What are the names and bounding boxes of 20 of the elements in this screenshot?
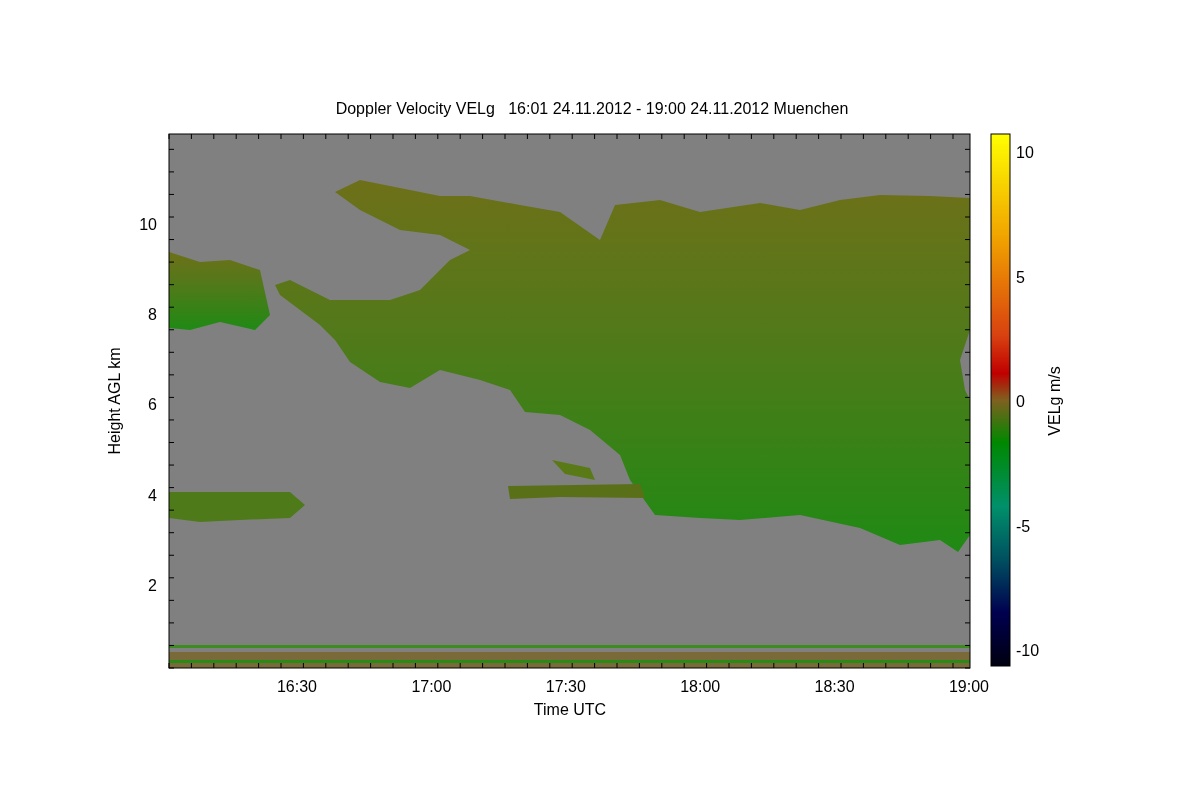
colorbar-label: VELg m/s xyxy=(1046,366,1063,436)
y-tick-label: 4 xyxy=(148,486,157,504)
colorbar-tick-label: 0 xyxy=(1016,393,1025,410)
x-tick-label: 19:00 xyxy=(949,678,989,695)
y-tick-label: 2 xyxy=(148,576,157,594)
x-axis-label: Time UTC xyxy=(533,701,607,718)
x-tick-label: 17:30 xyxy=(545,678,586,695)
y-tick-label: 10 xyxy=(139,216,157,233)
colorbar-tick-label: -5 xyxy=(1016,517,1031,535)
x-tick-label: 17:00 xyxy=(411,678,452,695)
plot-title: Doppler Velocity VELg 16:01 24.11.2012 - 19:00 24.11.2012 Muenchen xyxy=(335,100,849,117)
x-tick-label: 16:30 xyxy=(277,678,317,695)
x-tick-label: 18:00 xyxy=(680,678,721,695)
colorbar-tick-label: 10 xyxy=(1016,144,1034,161)
y-tick-label: 8 xyxy=(148,306,157,324)
colorbar-tick-label: -10 xyxy=(1016,642,1040,659)
x-tick-label: 18:30 xyxy=(814,678,855,695)
y-tick-label: 6 xyxy=(148,396,157,414)
y-axis-label: Height AGL km xyxy=(106,347,123,455)
colorbar-tick-label: 5 xyxy=(1016,268,1025,286)
